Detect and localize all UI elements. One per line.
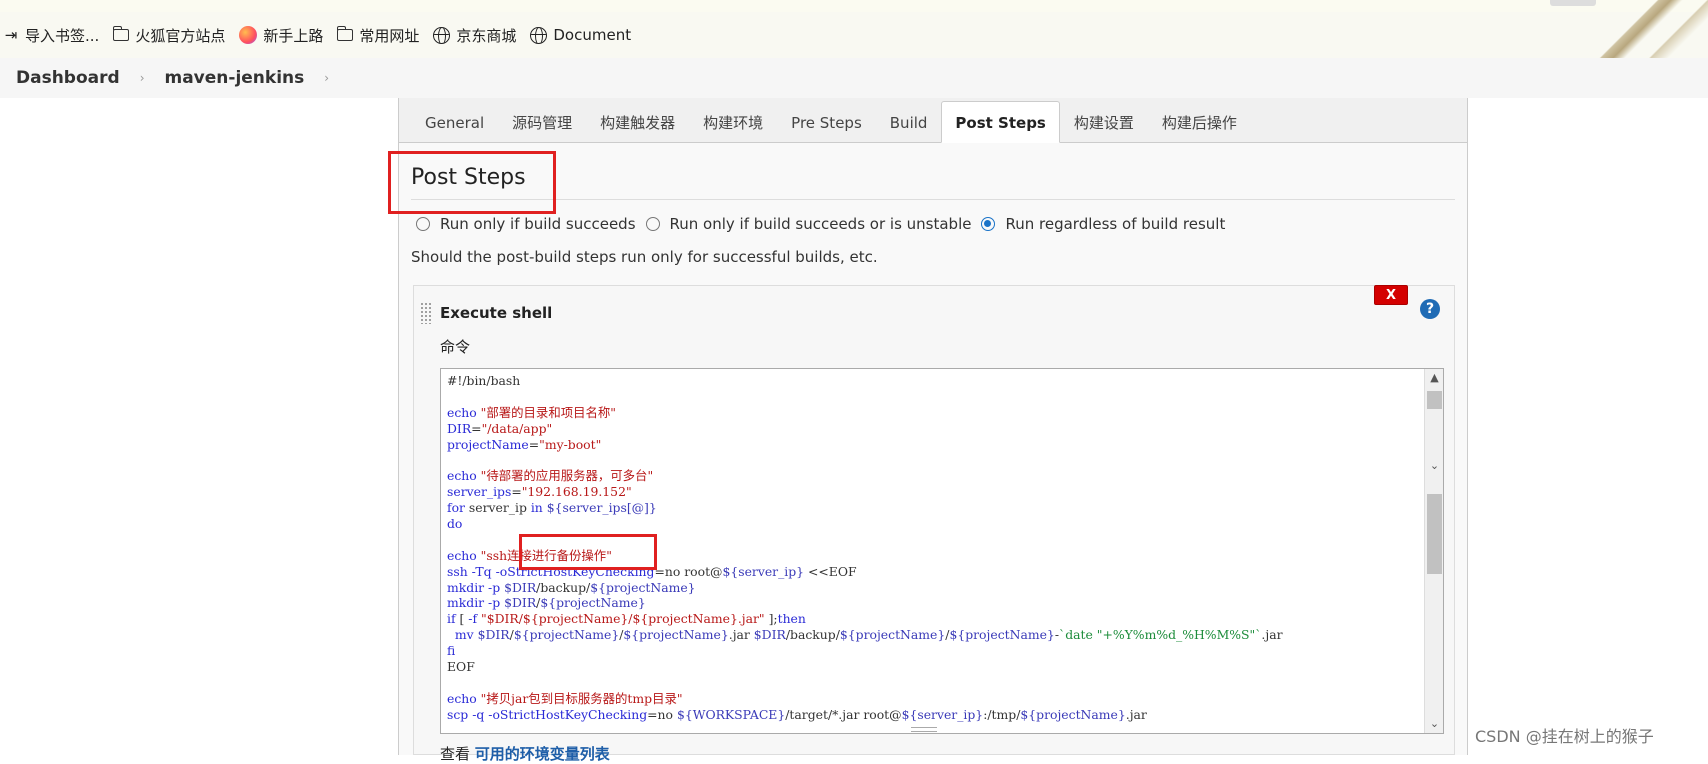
- scroll-up-icon[interactable]: ▲: [1425, 369, 1443, 387]
- globe-icon: [530, 26, 548, 44]
- tab-pre-steps[interactable]: Pre Steps: [777, 107, 876, 143]
- code-line: echo "部署的目录和项目名称": [447, 404, 616, 420]
- code-line: mkdir -p $DIR/${projectName}: [447, 595, 646, 611]
- code-line: EOF: [447, 659, 475, 675]
- import-icon: ⇥: [4, 26, 18, 44]
- bookmark-document[interactable]: Document: [530, 26, 631, 44]
- bookmark-label: 常用网址: [359, 26, 420, 45]
- scroll-down-icon[interactable]: ⌄: [1425, 715, 1443, 733]
- breadcrumb-separator[interactable]: ›: [324, 71, 329, 85]
- bookmark-label: 新手上路: [263, 26, 324, 45]
- folder-icon: [336, 26, 354, 41]
- highlight-box-title: [388, 151, 556, 214]
- tab-build-settings[interactable]: 构建设置: [1060, 107, 1148, 143]
- tab-general[interactable]: General: [411, 107, 498, 143]
- option-success-or-unstable[interactable]: Run only if build succeeds or is unstabl…: [645, 215, 972, 233]
- env-prefix: 查看: [440, 745, 471, 763]
- firefox-icon: [239, 26, 258, 44]
- scroll-marker: [1427, 391, 1442, 409]
- breadcrumb: Dashboard › maven-jenkins ›: [0, 58, 1708, 98]
- code-line: echo "待部署的应用服务器，可多台": [447, 468, 654, 484]
- code-line: mkdir -p $DIR/backup/${projectName}: [447, 579, 696, 595]
- code-line: #!/bin/bash: [447, 373, 521, 388]
- bookmark-import[interactable]: ⇥ 导入书签...: [2, 25, 100, 46]
- radio-button[interactable]: [645, 217, 660, 231]
- config-tabs: General 源码管理 构建触发器 构建环境 Pre Steps Build …: [399, 98, 1467, 143]
- option-regardless[interactable]: Run regardless of build result: [981, 215, 1225, 233]
- option-label: Run regardless of build result: [1005, 215, 1226, 233]
- resize-grip[interactable]: [911, 727, 937, 732]
- code-line: for server_ip in ${server_ips[@]}: [447, 500, 657, 516]
- editor-scrollbar[interactable]: ▲ ⌄ ⌄: [1424, 369, 1443, 733]
- bookmark-label: Document: [553, 26, 632, 44]
- bookmark-getting-started[interactable]: 新手上路: [239, 25, 323, 46]
- help-description: Should the post-build steps run only for…: [411, 248, 878, 266]
- bookmark-label: 火狐官方站点: [135, 26, 226, 45]
- bookmark-jd[interactable]: 京东商城: [433, 25, 516, 46]
- tab-build[interactable]: Build: [876, 107, 942, 143]
- code-line: DIR="/data/app": [447, 420, 553, 436]
- code-line: echo "拷贝jar包到目标服务器的tmp目录": [447, 690, 683, 706]
- option-label: Run only if build succeeds: [440, 215, 636, 233]
- post-steps-condition: Run only if build succeeds Run only if b…: [416, 215, 1235, 233]
- tab-post-steps[interactable]: Post Steps: [941, 101, 1060, 143]
- code-line: projectName="my-boot": [447, 436, 602, 452]
- divider: [411, 199, 1455, 200]
- breadcrumb-separator[interactable]: ›: [140, 71, 145, 85]
- code-line: fi: [447, 643, 456, 659]
- code-line: ​: [447, 675, 1422, 691]
- tab-triggers[interactable]: 构建触发器: [586, 107, 689, 143]
- tab-build-env[interactable]: 构建环境: [689, 107, 777, 143]
- globe-icon: [433, 26, 451, 44]
- bookmark-label: 京东商城: [456, 26, 517, 45]
- help-icon[interactable]: ?: [1420, 299, 1440, 319]
- step-title: Execute shell: [440, 304, 553, 322]
- code-line: scp -q -oStrictHostKeyChecking=no ${WORK…: [447, 706, 1147, 722]
- bookmarks-toolbar: ⇥ 导入书签... 火狐官方站点 新手上路 常用网址 京东商城 Document: [0, 12, 1708, 58]
- drag-handle-icon[interactable]: [420, 302, 432, 324]
- tab-scm[interactable]: 源码管理: [498, 107, 586, 143]
- radio-button[interactable]: [416, 217, 430, 231]
- folder-icon: [112, 26, 130, 41]
- highlight-box-server-ip: [519, 534, 657, 570]
- url-bar-strip: [0, 0, 1708, 12]
- env-vars-link[interactable]: 可用的环境变量列表: [475, 745, 610, 763]
- config-panel: General 源码管理 构建触发器 构建环境 Pre Steps Build …: [388, 98, 1468, 763]
- command-label: 命令: [440, 338, 471, 356]
- bookmark-label: 导入书签...: [25, 26, 100, 45]
- env-vars-row: 查看 可用的环境变量列表: [440, 743, 610, 764]
- bookmark-common-sites[interactable]: 常用网址: [336, 25, 420, 46]
- bookmark-firefox-site[interactable]: 火狐官方站点: [112, 25, 226, 46]
- code-line: mv $DIR/${projectName}/${projectName}.ja…: [454, 627, 1283, 643]
- option-label: Run only if build succeeds or is unstabl…: [669, 215, 972, 233]
- watermark: CSDN @挂在树上的猴子: [1475, 727, 1654, 746]
- code-line: server_ips="192.168.19.152": [447, 484, 632, 500]
- delete-step-button[interactable]: X: [1374, 285, 1408, 305]
- tab-post-build[interactable]: 构建后操作: [1148, 107, 1251, 143]
- chevron-down-icon[interactable]: ⌄: [1425, 457, 1443, 475]
- radio-button-selected[interactable]: [981, 217, 996, 231]
- code-line: do: [447, 516, 463, 532]
- option-success-only[interactable]: Run only if build succeeds: [416, 215, 636, 233]
- breadcrumb-dashboard[interactable]: Dashboard: [16, 68, 120, 88]
- theme-decoration: [1568, 0, 1708, 58]
- code-line: ​: [447, 389, 1422, 405]
- code-line: if [ -f "$DIR/${projectName}/${projectNa…: [447, 611, 806, 627]
- code-line: ​: [447, 452, 1422, 468]
- breadcrumb-job[interactable]: maven-jenkins: [165, 68, 305, 88]
- execute-shell-step: Execute shell X ? 命令 #!/bin/bash​echo "部…: [413, 285, 1455, 763]
- scroll-thumb[interactable]: [1427, 494, 1442, 574]
